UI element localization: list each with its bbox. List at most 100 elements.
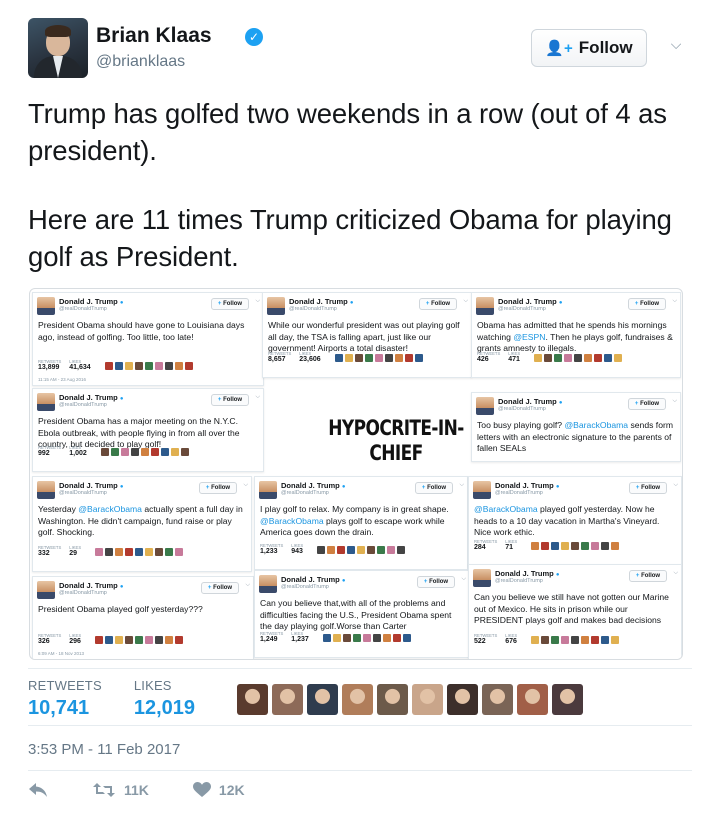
tweet-paragraph: Trump has golfed two weekends in a row (… bbox=[28, 98, 667, 166]
card-tweet-text: President Obama played golf yesterday??? bbox=[38, 604, 203, 614]
card-follow-label: Follow bbox=[641, 485, 661, 491]
reply-icon bbox=[29, 783, 47, 797]
chevron-down-icon: ⌵ bbox=[255, 298, 260, 304]
card-retweets: RETWEETS 332 bbox=[38, 545, 61, 557]
verified-badge-icon: ● bbox=[119, 484, 124, 490]
divider bbox=[28, 668, 692, 669]
card-handle: @realDonaldTrump bbox=[495, 578, 543, 584]
card-retweets-value: 326 bbox=[38, 638, 50, 645]
card-name: Donald J. Trump ● bbox=[495, 569, 560, 578]
card-liker-avatar bbox=[160, 448, 169, 456]
card-liker-avatar bbox=[564, 354, 573, 362]
liker-avatar[interactable] bbox=[447, 684, 478, 715]
card-liker-avatar bbox=[372, 634, 381, 642]
card-follow-button: + Follow bbox=[629, 482, 667, 494]
card-avatar bbox=[259, 481, 277, 499]
card-liker-avatars bbox=[95, 548, 184, 556]
liker-avatar[interactable] bbox=[517, 684, 548, 715]
card-retweets: RETWEETS 522 bbox=[474, 633, 497, 645]
card-liker-avatar bbox=[531, 636, 540, 644]
mention-link: @BarackObama bbox=[78, 504, 142, 514]
verified-badge-icon: ● bbox=[341, 578, 346, 584]
avatar[interactable] bbox=[28, 18, 88, 78]
card-name: Donald J. Trump ● bbox=[498, 397, 563, 406]
card-likes: LIKES 41,634 bbox=[69, 359, 90, 371]
card-liker-avatar bbox=[175, 548, 184, 556]
retweets-count: 10,741 bbox=[28, 697, 90, 719]
tweet-actions: 11K 12K bbox=[28, 775, 289, 805]
liker-avatar[interactable] bbox=[237, 684, 268, 715]
mention-link: @ESPN bbox=[513, 331, 546, 342]
card-liker-avatar bbox=[145, 636, 154, 644]
card-avatar bbox=[37, 481, 55, 499]
card-follow-button: + Follow bbox=[628, 298, 666, 310]
card-liker-avatar bbox=[374, 354, 383, 362]
user-handle[interactable]: @brianklaas bbox=[96, 53, 185, 71]
card-name: Donald J. Trump ● bbox=[498, 297, 563, 306]
liker-avatar[interactable] bbox=[307, 684, 338, 715]
card-liker-avatar bbox=[110, 448, 119, 456]
chevron-down-icon[interactable]: ⌵ bbox=[666, 34, 686, 54]
reply-button[interactable] bbox=[28, 782, 48, 798]
follow-button[interactable]: 👤+ Follow bbox=[531, 29, 647, 67]
display-name[interactable]: Brian Klaas bbox=[96, 24, 212, 48]
card-retweets-value: 284 bbox=[474, 544, 486, 551]
retweet-button[interactable]: 11K bbox=[92, 782, 149, 798]
chevron-down-icon: ⌵ bbox=[461, 576, 466, 582]
card-liker-avatar bbox=[367, 546, 376, 554]
card-avatar bbox=[476, 397, 494, 415]
card-liker-avatars bbox=[334, 354, 423, 362]
card-stats: RETWEETS 522 LIKES 676 bbox=[474, 633, 620, 645]
card-liker-avatar bbox=[364, 354, 373, 362]
chevron-down-icon: ⌵ bbox=[672, 398, 677, 404]
embedded-tweet-card: Donald J. Trump ● @realDonaldTrump + Follo… bbox=[32, 576, 254, 659]
card-liker-avatar bbox=[322, 634, 331, 642]
like-count: 12K bbox=[218, 782, 245, 798]
embedded-tweet-card: Donald J. Trump ● @realDonaldTrump + Follo… bbox=[254, 476, 468, 570]
card-liker-avatar bbox=[332, 634, 341, 642]
liker-avatar[interactable] bbox=[482, 684, 513, 715]
card-liker-avatar bbox=[571, 636, 580, 644]
mention-link: @BarackObama bbox=[564, 420, 629, 430]
liker-avatar[interactable] bbox=[412, 684, 443, 715]
card-follow-label: Follow bbox=[640, 401, 660, 407]
card-liker-avatar bbox=[561, 636, 570, 644]
card-liker-avatar bbox=[584, 354, 593, 362]
tweet-media-image[interactable]: HYPOCRITE-IN-CHIEF Donald J. Trump ● @rea… bbox=[29, 288, 683, 660]
card-name: Donald J. Trump ● bbox=[495, 481, 560, 490]
card-liker-avatar bbox=[344, 354, 353, 362]
liker-avatar[interactable] bbox=[272, 684, 303, 715]
retweets-stat[interactable]: RETWEETS 10,741 bbox=[28, 678, 102, 720]
verified-badge-icon: ● bbox=[341, 484, 346, 490]
chevron-down-icon: ⌵ bbox=[463, 298, 468, 304]
card-tweet-text: Too busy playing golf? @BarackObama send… bbox=[477, 420, 673, 453]
card-liker-avatar bbox=[164, 362, 173, 370]
card-likes-value: 471 bbox=[508, 356, 520, 363]
retweets-label: RETWEETS bbox=[28, 678, 102, 693]
likes-stat[interactable]: LIKES 12,019 bbox=[134, 678, 195, 720]
liker-avatar[interactable] bbox=[377, 684, 408, 715]
embedded-tweet-card: Donald J. Trump ● @realDonaldTrump + Follo… bbox=[32, 476, 252, 572]
verified-badge-icon: ● bbox=[119, 300, 124, 306]
tweet-text: Trump has golfed two weekends in a row (… bbox=[28, 95, 692, 307]
card-liker-avatars bbox=[534, 354, 623, 362]
card-liker-avatar bbox=[392, 634, 401, 642]
card-liker-avatar bbox=[174, 362, 183, 370]
card-liker-avatar bbox=[337, 546, 346, 554]
tweet-timestamp[interactable]: 3:53 PM - 11 Feb 2017 bbox=[28, 741, 180, 758]
card-avatar bbox=[37, 393, 55, 411]
liker-avatar[interactable] bbox=[552, 684, 583, 715]
card-liker-avatar bbox=[342, 634, 351, 642]
like-button[interactable]: 12K bbox=[192, 782, 245, 798]
card-likes: LIKES 23,606 bbox=[299, 351, 320, 363]
card-tweet-text: I play golf to relax. My company is in g… bbox=[260, 504, 449, 537]
card-avatar bbox=[37, 581, 55, 599]
card-follow-button: + Follow bbox=[211, 394, 249, 406]
verified-badge-icon: ● bbox=[558, 400, 563, 406]
embedded-tweet-card: Donald J. Trump ● @realDonaldTrump + Follo… bbox=[471, 392, 681, 462]
card-tweet-text: Yesterday @BarackObama actually spent a … bbox=[38, 504, 243, 537]
card-avatar bbox=[476, 297, 494, 315]
card-liker-avatar bbox=[165, 548, 174, 556]
liker-avatar[interactable] bbox=[342, 684, 373, 715]
card-follow-button: + Follow bbox=[415, 482, 453, 494]
